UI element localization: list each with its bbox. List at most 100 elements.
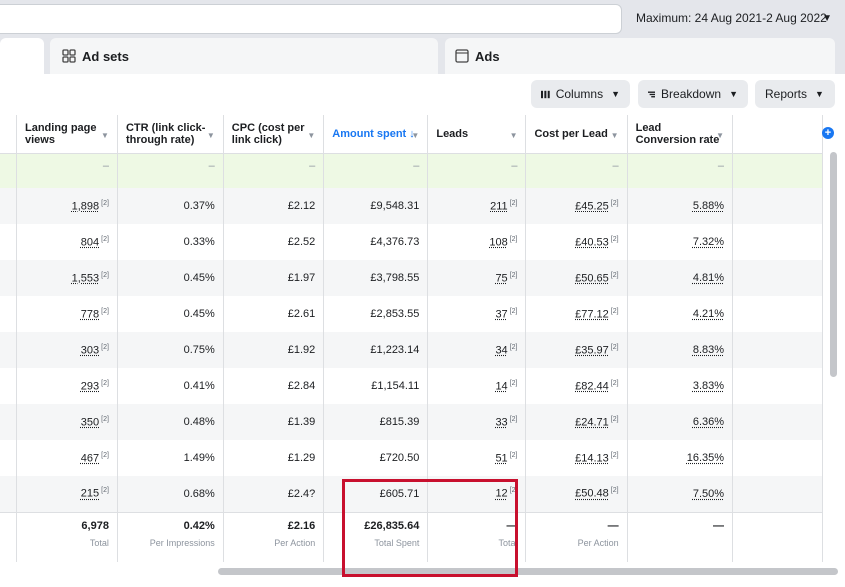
caret-down-icon: ▼ xyxy=(729,89,738,99)
footnote-marker: [2] xyxy=(610,487,619,495)
column-header[interactable]: Lead Conversion rate ▼ xyxy=(627,115,734,154)
table-cell: 467 [2] xyxy=(16,440,118,476)
cell-value[interactable]: £14.13 xyxy=(575,452,609,464)
summary-cell: – xyxy=(323,153,429,188)
sort-caret-icon[interactable]: ▼ xyxy=(307,130,315,142)
cell-value[interactable]: 4.81% xyxy=(693,272,724,284)
vertical-scrollbar[interactable] xyxy=(830,152,837,377)
cell-value[interactable]: £82.44 xyxy=(575,380,609,392)
cell-value[interactable]: 14 xyxy=(495,380,507,392)
table-row[interactable]: 1,898 [2] 0.37% £2.12 £9,548.31 211 [2] £45.25[… xyxy=(0,188,845,224)
row-select-cell xyxy=(0,332,17,368)
footnote-marker: [2] xyxy=(101,199,109,207)
total-label: Per Impressions xyxy=(149,537,215,548)
footnote-marker: [2] xyxy=(509,235,518,243)
cell-value: £815.39 xyxy=(379,416,420,428)
cell-value[interactable]: 3.83% xyxy=(693,380,724,392)
table-row[interactable]: 293 [2] 0.41% £2.84 £1,154.11 14 [2] £82.44 [2] 3… xyxy=(0,368,845,404)
cell-value[interactable]: £77.12 xyxy=(575,308,609,320)
cell-value[interactable]: 5.88% xyxy=(693,200,724,212)
cell-value[interactable]: 467 xyxy=(81,452,99,464)
cell-value[interactable]: £50.48 xyxy=(575,488,609,500)
cell-value[interactable]: 778 xyxy=(81,308,99,320)
cell-value[interactable]: 293 xyxy=(81,380,99,392)
table-row[interactable]: 804 [2] 0.33% £2.52 £4,376.73 108 [2] £40.53 [2]… xyxy=(0,224,845,260)
cell-value[interactable]: 804 xyxy=(81,236,99,248)
tab-campaigns[interactable] xyxy=(0,38,44,74)
table-cell: £1.39 xyxy=(223,404,325,440)
footnote-marker: [2] xyxy=(610,415,619,423)
date-range-button[interactable]: Maximum: 24 Aug 2021-2 Aug 2022 ▼ xyxy=(626,4,840,32)
cell-value[interactable]: 6.36% xyxy=(693,416,724,428)
table-cell: 37 [2] xyxy=(427,296,527,332)
date-range-label: Maximum: 24 Aug 2021-2 Aug 2022 xyxy=(636,11,827,25)
cell-value[interactable]: 34 xyxy=(495,344,507,356)
column-header[interactable]: Cost per Lead ▼ xyxy=(525,115,628,154)
column-header[interactable]: Amount spent ↓ ▼ xyxy=(323,115,429,154)
sort-caret-icon[interactable]: ▼ xyxy=(716,130,724,142)
cell-value[interactable]: 211 xyxy=(490,200,508,212)
cell-value[interactable]: 108 xyxy=(489,236,507,248)
cell-value[interactable]: 7.50% xyxy=(693,488,724,500)
cell-value[interactable]: 350 xyxy=(81,416,99,428)
row-select-cell xyxy=(0,440,17,476)
column-header[interactable]: CPC (cost per link click) ▼ xyxy=(223,115,325,154)
cell-value[interactable]: 8.83% xyxy=(693,344,724,356)
table-row[interactable]: 1,553 [2] 0.45% £1.97 £3,798.55 75 [2] £50.65 [2… xyxy=(0,260,845,296)
table-cell: £40.53 [2] xyxy=(525,224,628,260)
footnote-marker: [2] xyxy=(101,307,109,315)
cell-value[interactable]: 75 xyxy=(495,272,507,284)
table-cell: £1,154.11 xyxy=(323,368,429,404)
search-input[interactable] xyxy=(0,4,622,34)
column-header[interactable]: Landing page views ▼ xyxy=(16,115,118,154)
tab-ad-sets[interactable]: Ad sets xyxy=(50,38,438,74)
add-column-icon[interactable]: + xyxy=(822,127,834,139)
cell-value[interactable]: 7.32% xyxy=(693,236,724,248)
table-row[interactable]: 350 [2] 0.48% £1.39 £815.39 33 [2] £24.71 [2] 6.3… xyxy=(0,404,845,440)
table-cell: £2.61 xyxy=(223,296,325,332)
table-row[interactable]: 303 [2] 0.75% £1.92 £1,223.14 34 [2] £35.97 [2] 8… xyxy=(0,332,845,368)
spacer-cell xyxy=(732,260,824,296)
cell-value[interactable]: £45.25 xyxy=(575,200,609,212)
cell-value: £2,853.55 xyxy=(370,308,420,320)
cell-value[interactable]: 4.21% xyxy=(693,308,724,320)
reports-button[interactable]: Reports ▼ xyxy=(755,80,835,108)
footnote-marker: [2] xyxy=(101,451,109,459)
table-cell: £2,853.55 xyxy=(323,296,429,332)
cell-value[interactable]: 215 xyxy=(81,488,99,500)
highlight-annotation xyxy=(342,479,518,577)
cell-value: 0.45% xyxy=(183,272,215,284)
sort-caret-icon[interactable]: ▼ xyxy=(611,130,619,142)
cell-value[interactable]: 1,898 xyxy=(72,200,100,212)
cell-value[interactable]: 303 xyxy=(81,344,99,356)
horizontal-scrollbar[interactable] xyxy=(218,568,838,575)
row-select-header xyxy=(0,115,17,154)
table-row[interactable]: 467 [2] 1.49% £1.29 £720.50 51 [2] £14.13 [2] 16.… xyxy=(0,440,845,476)
row-select-cell xyxy=(0,260,17,296)
cell-value[interactable]: 51 xyxy=(495,452,507,464)
breakdown-button[interactable]: Breakdown ▼ xyxy=(638,80,748,108)
cell-value[interactable]: £40.53 xyxy=(575,236,609,248)
table-row[interactable]: 778 [2] 0.45% £2.61 £2,853.55 37 [2] £77.12 [2] 4… xyxy=(0,296,845,332)
tab-ads[interactable]: Ads xyxy=(445,38,835,74)
cell-value[interactable]: £35.97 xyxy=(575,344,609,356)
sort-caret-icon[interactable]: ▼ xyxy=(510,130,518,142)
cell-value[interactable]: 16.35% xyxy=(687,452,724,464)
cell-value: £2.4? xyxy=(287,487,316,500)
table-cell: £82.44 [2] xyxy=(525,368,628,404)
column-header[interactable]: CTR (link click-through rate) ▼ xyxy=(117,115,224,154)
cell-value[interactable]: £50.65 xyxy=(575,272,609,284)
cell-value[interactable]: 33 xyxy=(495,416,507,428)
column-header[interactable]: Leads ▼ xyxy=(427,115,527,154)
table-cell: 4.21% xyxy=(627,296,734,332)
row-select-cell xyxy=(0,404,17,440)
sort-caret-icon[interactable]: ▼ xyxy=(101,130,109,142)
cell-value[interactable]: £24.71 xyxy=(575,416,609,428)
cell-value[interactable]: 1,553 xyxy=(72,272,100,284)
columns-button[interactable]: Columns ▼ xyxy=(531,80,630,108)
sort-caret-icon[interactable]: ▼ xyxy=(207,130,215,142)
column-header-label: Amount spent ↓ xyxy=(332,127,415,140)
summary-cell: – xyxy=(525,153,628,188)
cell-value[interactable]: 37 xyxy=(495,308,507,320)
sort-caret-icon[interactable]: ▼ xyxy=(411,130,419,142)
